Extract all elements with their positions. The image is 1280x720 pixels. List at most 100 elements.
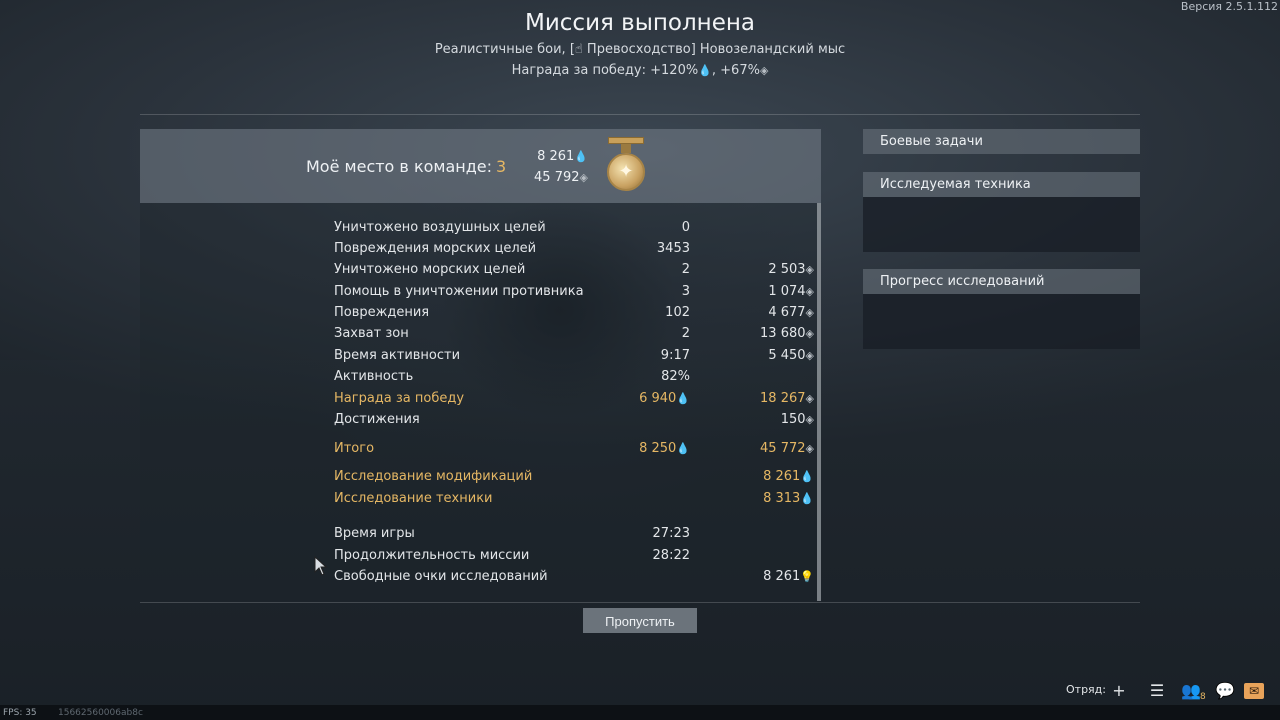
victory-reward-line: Награда за победу: +120%💧, +67%◈ <box>0 63 1280 78</box>
stat-value: 27:23 <box>653 526 690 541</box>
stat-reward: 5 450◈ <box>768 348 814 363</box>
rp-icon: 💧 <box>574 150 588 163</box>
stat-reward: 45 772◈ <box>760 441 814 456</box>
skip-button[interactable]: Пропустить <box>583 608 697 633</box>
header-divider <box>140 114 1140 115</box>
stat-value: 0 <box>682 220 690 235</box>
squad-label: Отряд: <box>1066 683 1106 696</box>
free-rp-icon: 💡 <box>800 570 814 583</box>
stat-reward: 8 313💧 <box>763 491 814 506</box>
stat-value: 8 250💧 <box>639 441 690 456</box>
silver-lions-icon: ◈ <box>805 442 814 455</box>
stat-reward: 4 677◈ <box>768 305 814 320</box>
rp-icon: 💧 <box>800 470 814 483</box>
stat-row: Свободные очки исследований 8 261💡 <box>334 569 814 589</box>
team-place-rp: 8 261💧 <box>500 149 588 164</box>
stat-reward-text: 5 450 <box>768 348 806 363</box>
combat-tasks-panel[interactable]: Боевые задачи <box>863 129 1140 154</box>
stat-reward: 8 261💧 <box>763 469 814 484</box>
chat-icon[interactable]: 💬 <box>1214 680 1236 702</box>
add-squad-member-icon[interactable]: + <box>1108 680 1130 702</box>
stat-label: Активность <box>334 369 414 384</box>
stat-value-text: 8 250 <box>639 441 677 456</box>
silver-lions-icon: ◈ <box>805 306 814 319</box>
silver-lions-icon: ◈ <box>805 392 814 405</box>
researched-vehicle-header: Исследуемая техника <box>863 172 1140 197</box>
mission-subtitle: Реалистичные бои, [☝ Превосходство] Ново… <box>434 42 846 57</box>
stat-row: Награда за победу 6 940💧 18 267◈ <box>334 391 814 411</box>
stat-label: Свободные очки исследований <box>334 569 548 584</box>
stat-value: 102 <box>665 305 690 320</box>
stat-label: Достижения <box>334 412 420 427</box>
silver-lions-icon: ◈ <box>805 327 814 340</box>
stat-value: 28:22 <box>653 548 690 563</box>
stat-reward-text: 1 074 <box>768 284 806 299</box>
friends-icon[interactable]: 👥 <box>1180 680 1202 702</box>
team-place-rp-value: 8 261 <box>537 149 575 164</box>
silver-lions-icon: ◈ <box>759 64 769 77</box>
stat-value-text: 0 <box>681 220 690 235</box>
session-hash: 15662560006ab8c <box>58 708 143 718</box>
rp-icon: 💧 <box>698 64 712 77</box>
stat-label: Уничтожено воздушных целей <box>334 220 546 235</box>
footer-divider <box>140 602 1140 603</box>
stat-value-text: 82% <box>661 369 690 384</box>
stat-reward: 1 074◈ <box>768 284 814 299</box>
stat-label: Исследование техники <box>334 491 493 506</box>
researched-vehicle-body <box>863 197 1140 252</box>
medal-icon <box>606 137 646 197</box>
stat-label: Продолжительность миссии <box>334 548 530 563</box>
team-place: Моё место в команде: 3 <box>306 157 506 176</box>
stat-row: Достижения 150◈ <box>334 412 814 432</box>
stat-reward-text: 18 267 <box>760 391 806 406</box>
rp-icon: 💧 <box>676 392 690 405</box>
mail-icon[interactable]: ✉ <box>1244 683 1264 699</box>
silver-lions-icon: ◈ <box>579 171 588 184</box>
silver-lions-icon: ◈ <box>805 413 814 426</box>
stat-row: Время активности 9:17 5 450◈ <box>334 348 814 368</box>
victory-reward-rp: Награда за победу: +120% <box>511 63 699 78</box>
team-place-sl-value: 45 792 <box>534 170 580 185</box>
stat-row: Исследование модификаций 8 261💧 <box>334 469 814 489</box>
stat-value: 82% <box>661 369 690 384</box>
stat-value: 3 <box>682 284 690 299</box>
silver-lions-icon: ◈ <box>805 263 814 276</box>
stat-label: Исследование модификаций <box>334 469 533 484</box>
stat-label: Уничтожено морских целей <box>334 262 526 277</box>
stat-reward-text: 150 <box>780 412 806 427</box>
stat-value-text: 3453 <box>656 241 690 256</box>
stat-label: Помощь в уничтожении противника <box>334 284 584 299</box>
team-place-label: Моё место в команде: <box>306 157 493 176</box>
stat-label: Итого <box>334 441 375 456</box>
bottom-bar <box>0 705 1280 720</box>
team-place-sl: 45 792◈ <box>500 170 588 185</box>
stat-row: Итого 8 250💧 45 772◈ <box>334 441 814 461</box>
stat-reward: 8 261💡 <box>763 569 814 584</box>
list-icon[interactable]: ☰ <box>1146 680 1168 702</box>
stat-value: 2 <box>682 326 690 341</box>
stat-reward-text: 8 261 <box>763 469 801 484</box>
stat-value-text: 27:23 <box>652 526 690 541</box>
stat-row: Повреждения морских целей 3453 <box>334 241 814 261</box>
stat-row: Время игры 27:23 <box>334 526 814 546</box>
stat-label: Повреждения морских целей <box>334 241 537 256</box>
stat-value-text: 9:17 <box>660 348 690 363</box>
researched-vehicle-panel: Исследуемая техника <box>863 172 1140 252</box>
stat-row: Помощь в уничтожении противника 3 1 074◈ <box>334 284 814 304</box>
mouse-cursor-icon <box>314 556 328 576</box>
stat-row: Уничтожено воздушных целей 0 <box>334 220 814 240</box>
silver-lions-icon: ◈ <box>805 349 814 362</box>
stat-value-text: 28:22 <box>652 548 690 563</box>
silver-lions-icon: ◈ <box>805 285 814 298</box>
stat-reward-text: 8 261 <box>763 569 801 584</box>
stat-value-text: 6 940 <box>639 391 677 406</box>
friends-count-badge: 8 <box>1200 692 1206 702</box>
stats-scrollbar[interactable] <box>817 203 821 601</box>
fps-counter: FPS: 35 <box>3 708 37 718</box>
combat-tasks-header[interactable]: Боевые задачи <box>863 129 1140 154</box>
stat-value-text: 2 <box>681 326 690 341</box>
stat-row: Захват зон 2 13 680◈ <box>334 326 814 346</box>
stat-label: Захват зон <box>334 326 409 341</box>
stat-label: Награда за победу <box>334 391 465 406</box>
stat-reward-text: 45 772 <box>760 441 806 456</box>
